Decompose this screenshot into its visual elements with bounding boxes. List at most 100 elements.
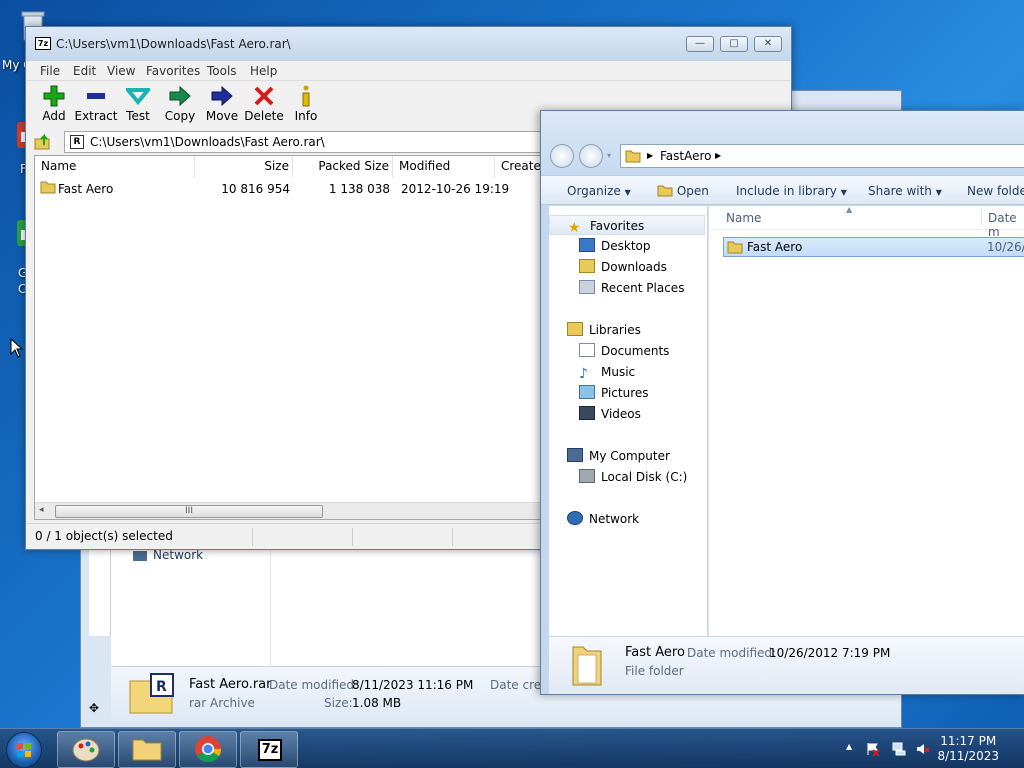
status-divider — [452, 528, 453, 546]
column-name[interactable]: Name — [726, 211, 761, 225]
system-clock[interactable]: 11:17 PM 8/11/2023 — [937, 734, 999, 764]
add-icon — [43, 85, 65, 107]
info-button[interactable]: Info — [284, 85, 328, 127]
nav-recent-places[interactable]: Recent Places — [579, 278, 684, 298]
network-tray-icon[interactable] — [892, 742, 906, 756]
scroll-thumb[interactable]: III — [55, 505, 323, 518]
menu-help[interactable]: Help — [250, 64, 277, 78]
open-label: Open — [676, 184, 709, 198]
sevenzip-titlebar[interactable]: 7z C:\Users\vm1\Downloads\Fast Aero.rar\… — [26, 27, 791, 61]
column-name[interactable]: Name — [35, 156, 195, 178]
open-folder-icon — [657, 185, 673, 197]
extract-icon — [87, 93, 105, 99]
nav-libraries[interactable]: Libraries — [567, 320, 641, 340]
include-in-library-button[interactable]: Include in library ▼ — [736, 184, 847, 198]
mouse-cursor-icon — [10, 337, 24, 361]
nav-pictures[interactable]: Pictures — [579, 383, 649, 403]
nav-music[interactable]: ♪ Music — [579, 362, 635, 382]
documents-icon — [579, 343, 595, 357]
nav-favorites[interactable]: ★ Favorites — [549, 215, 705, 235]
forward-button[interactable] — [579, 144, 603, 168]
details-folder-type: File folder — [625, 664, 684, 678]
menu-favorites[interactable]: Favorites — [146, 64, 200, 78]
explorer-window[interactable]: ▾ ▶ FastAero ▶ Organize ▼ Open Include i… — [540, 110, 1024, 695]
hard-drive-icon — [579, 469, 595, 483]
taskbar-explorer-button[interactable] — [118, 731, 176, 768]
chevron-down-icon: ▼ — [840, 188, 847, 197]
sevenzip-menubar: File Edit View Favorites Tools Help — [26, 61, 791, 81]
details-file-type: rar Archive — [189, 696, 255, 710]
info-label: Info — [294, 109, 318, 123]
nav-documents[interactable]: Documents — [579, 341, 669, 361]
explorer-address-bar[interactable]: ▶ FastAero ▶ — [620, 144, 1024, 168]
organize-button[interactable]: Organize ▼ — [567, 184, 631, 198]
nav-libraries-label: Libraries — [589, 323, 641, 337]
pictures-icon — [579, 385, 595, 399]
breadcrumb-separator[interactable]: ▶ — [715, 151, 721, 160]
taskbar-paint-button[interactable] — [57, 731, 115, 768]
volume-muted-icon[interactable] — [916, 742, 930, 756]
add-button[interactable]: Add — [32, 85, 76, 127]
nav-downloads[interactable]: Downloads — [579, 257, 667, 277]
explorer-titlebar[interactable]: ▾ ▶ FastAero ▶ — [541, 111, 1024, 175]
close-button[interactable]: ✕ — [754, 36, 782, 52]
nav-my-computer[interactable]: My Computer — [567, 446, 670, 466]
column-packed-size[interactable]: Packed Size — [293, 156, 393, 178]
show-hidden-icons-icon[interactable]: ▲ — [846, 742, 860, 756]
recent-pages-icon[interactable]: ▾ — [607, 151, 611, 160]
breadcrumb-fastaero[interactable]: FastAero — [660, 149, 712, 163]
libraries-icon — [567, 322, 583, 336]
scroll-left-icon[interactable]: ◂ — [39, 505, 44, 515]
taskbar-chrome-button[interactable] — [179, 731, 237, 768]
delete-label: Delete — [244, 109, 284, 123]
share-label: Share with — [868, 184, 932, 198]
nav-item-network[interactable]: Network — [153, 548, 203, 562]
copy-button[interactable]: Copy — [158, 85, 202, 127]
downloads-folder-icon — [579, 259, 595, 273]
breadcrumb-separator: ▶ — [647, 151, 654, 160]
folder-date: 10/26/ — [987, 240, 1024, 254]
taskbar-7zip-button[interactable]: 7z — [240, 731, 298, 768]
details-size-label: Size: — [324, 696, 353, 710]
start-button[interactable] — [6, 732, 42, 768]
folder-up-icon[interactable] — [34, 133, 52, 151]
nav-videos[interactable]: Videos — [579, 404, 641, 424]
move-button[interactable]: Move — [200, 85, 244, 127]
details-folder-name: Fast Aero — [625, 645, 685, 660]
copy-label: Copy — [164, 109, 196, 123]
selection-status: 0 / 1 object(s) selected — [35, 529, 173, 543]
column-date-modified[interactable]: Date m — [988, 211, 1024, 239]
organize-label: Organize — [567, 184, 621, 198]
nav-network[interactable]: Network — [567, 509, 639, 529]
move-icon — [211, 85, 233, 107]
action-center-flag-icon[interactable] — [866, 742, 880, 757]
test-button[interactable]: Test — [116, 85, 160, 127]
delete-button[interactable]: Delete — [242, 85, 286, 127]
menu-edit[interactable]: Edit — [73, 64, 96, 78]
nav-local-disk[interactable]: Local Disk (C:) — [579, 467, 687, 487]
open-button[interactable]: Open — [657, 184, 709, 198]
nav-downloads-label: Downloads — [601, 260, 667, 274]
maximize-button[interactable]: □ — [720, 36, 748, 52]
folder-row-selected[interactable]: Fast Aero 10/26/ — [723, 237, 1024, 257]
menu-file[interactable]: File — [40, 64, 60, 78]
svg-text:R: R — [156, 679, 167, 695]
menu-tools[interactable]: Tools — [207, 64, 237, 78]
column-size[interactable]: Size — [195, 156, 293, 178]
back-button[interactable] — [550, 144, 574, 168]
nav-desktop[interactable]: Desktop — [579, 236, 651, 256]
share-with-button[interactable]: Share with ▼ — [868, 184, 942, 198]
extract-button[interactable]: Extract — [74, 85, 118, 127]
minimize-button[interactable]: — — [686, 36, 714, 52]
new-folder-button[interactable]: New folder — [967, 184, 1024, 198]
file-name-cell[interactable]: Fast Aero — [58, 180, 113, 198]
explorer-file-list[interactable]: Name ▲ Date m Fast Aero 10/26/ — [708, 205, 1024, 636]
menu-view[interactable]: View — [107, 64, 135, 78]
videos-icon — [579, 406, 595, 420]
column-modified[interactable]: Modified — [393, 156, 495, 178]
resize-move-icon[interactable]: ✥ — [89, 701, 99, 715]
nav-desktop-label: Desktop — [601, 239, 651, 253]
folder-icon — [40, 180, 56, 198]
chevron-down-icon: ▼ — [935, 188, 942, 197]
explorer-column-header: Name ▲ Date m — [709, 205, 1024, 239]
